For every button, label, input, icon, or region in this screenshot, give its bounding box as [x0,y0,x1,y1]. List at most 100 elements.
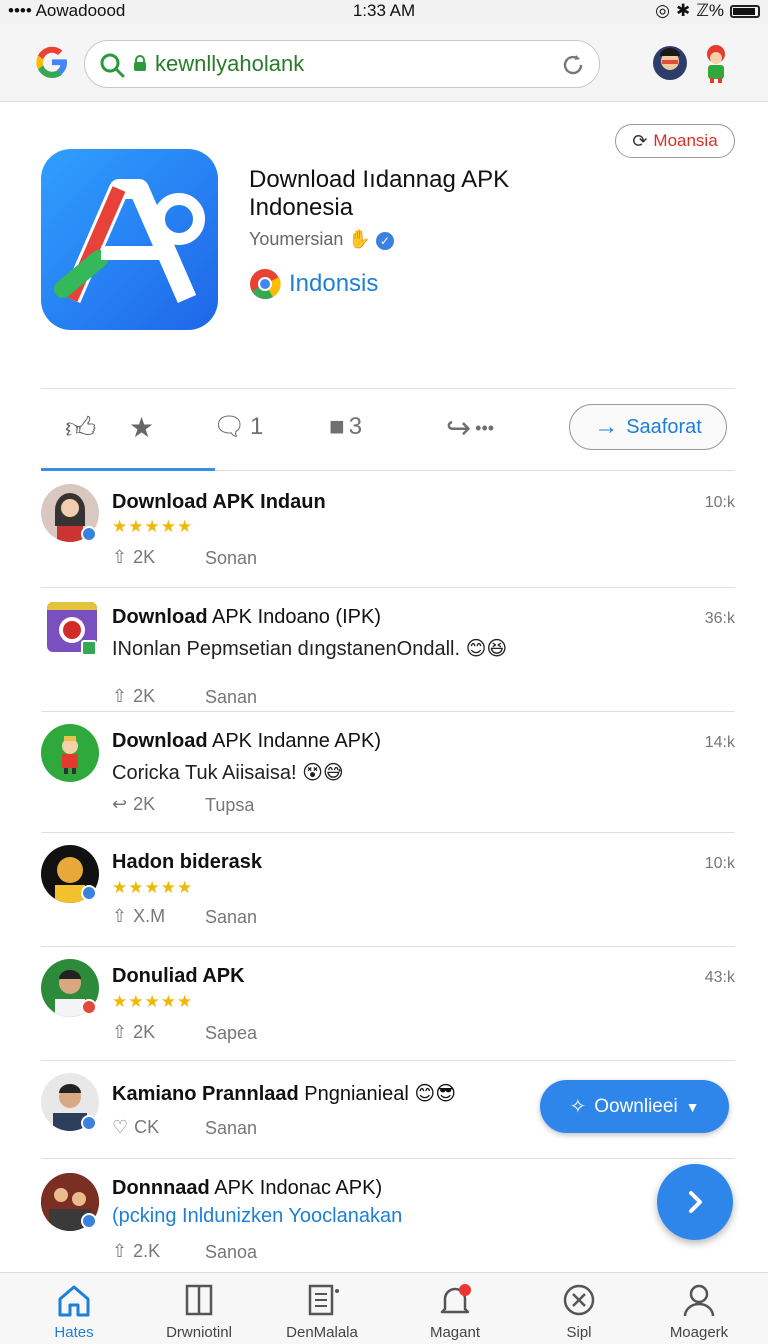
profile-avatar-icon[interactable] [651,42,689,84]
emoji-icon: 😵😅 [296,762,344,784]
list-item[interactable]: Download APK Indoano (IPK) INonlan Pepms… [41,588,735,712]
share-button[interactable]: ↪ ••• [446,411,494,446]
reply-icon: ↩ [112,794,128,814]
chevron-right-icon [689,1191,702,1213]
search-icon [100,53,125,78]
verified-icon: ✓ [375,232,394,250]
app-icon [41,149,218,330]
reload-icon[interactable] [559,51,587,79]
favorite-button[interactable]: ★ [129,411,154,444]
clock: 1:33 AM [352,1,416,20]
item-meta: Sanan [205,1118,258,1138]
item-title: Hadon biderask [112,851,263,873]
list-item[interactable]: Download APK Indanne APK) Coricka Tuk Ai… [41,712,735,833]
bell-icon [440,1284,471,1314]
list-item[interactable]: Donnnaad APK Indonac APK) (pcking Inldun… [41,1159,735,1271]
chat-bubble-icon: 🗨︎ [213,411,247,441]
nav-item-downloads[interactable]: Drwniotinl [135,1283,263,1341]
repost-count[interactable]: ⇧ 2K [112,547,155,568]
nav-item-home[interactable]: Hates [10,1283,138,1341]
mascot-avatar-icon[interactable] [697,42,735,84]
item-title: Kamiano Prannlaad Pngnianieal 😊😎 [112,1083,457,1105]
app-title: Download Iıdannag APK Indonesia [249,166,510,221]
next-fab-button[interactable] [657,1164,733,1240]
item-time: 10:k [704,494,735,511]
like-button[interactable]: 👍︎ [65,411,96,447]
region-chip[interactable]: ⟳ Moansia [615,124,735,158]
phone-rotate-icon: ⟳ [632,130,648,151]
download-button[interactable]: ✧ Oownlieei ▼ [540,1080,729,1133]
book-icon [185,1284,213,1316]
alarm-icon: ◎ [655,1,670,20]
item-title: Download APK Indaun [112,491,326,513]
active-tab-indicator [41,468,215,471]
nav-item-notifications[interactable]: Magant [391,1283,519,1341]
list-item[interactable]: Download APK Indaun ★★★★★ ⇧ 2K Sonan 10:k [41,472,735,588]
primary-action-label: Saaforat [626,415,702,438]
repost-icon: ⇧ [112,1241,128,1261]
star-icon: ★ [129,412,155,443]
repost-icon: ⇧ [112,547,128,567]
share-arrow-icon: ↪ [446,412,472,445]
person-icon [683,1284,715,1317]
nav-item-documents[interactable]: DenMalala [258,1283,386,1341]
repost-count[interactable]: ⇧ 2K [112,686,155,707]
status-bar: •••• Aowadoood 1:33 AM ◎ ✱ ℤ% [0,0,768,24]
verified-badge-icon [81,1115,97,1131]
region-label: Indonsis [289,270,379,297]
url-bar[interactable]: kewnllyaholank [84,40,600,88]
bottom-navigation: Hates Drwniotinl DenMalala Magant Sipl M… [0,1272,768,1344]
author-name: Youmersian [249,229,344,249]
arrow-right-icon: → [594,413,619,440]
thumbs-up-icon: 👍︎ [65,412,97,445]
repost-icon: ⇧ [112,1022,128,1042]
list-item[interactable]: Donuliad APK ★★★★★ ⇧ 2K Sapea 43:k [41,947,735,1061]
item-time: 43:k [704,969,735,986]
verified-badge-icon [81,1213,97,1229]
list-item[interactable]: Hadon biderask ★★★★★ ⇧ X.M Sanan 10:k [41,833,735,947]
item-subtitle: INonlan Pepmsetian dıngstanenOndall. 😊😆 [112,638,508,660]
item-meta: Sapea [205,1023,258,1043]
battery-percent: ℤ% [696,1,724,20]
repost-icon: ⇧ [112,686,128,706]
item-meta: Tupsa [205,795,255,815]
item-title: Download APK Indanne APK) [112,730,382,752]
item-subtitle: Coricka Tuk Aiisaisa! 😵😅 [112,762,344,784]
like-count[interactable]: ♡ CK [112,1117,159,1138]
item-time: 10:k [704,855,735,872]
primary-action-button[interactable]: → Saaforat [569,404,727,450]
app-header: Download Iıdannag APK Indonesia Youmersi… [0,102,768,388]
close-circle-icon [563,1284,595,1316]
heart-icon: ♡ [112,1117,129,1137]
nav-item-close[interactable]: Sipl [515,1283,643,1341]
nav-item-profile[interactable]: Moagerk [635,1283,763,1341]
avatar [41,724,99,782]
item-title: Download APK Indoano (IPK) [112,606,381,628]
repost-count[interactable]: ↩ 2K [112,794,155,815]
app-region[interactable]: Indonsis [249,268,378,300]
item-title: Donnnaad APK Indonac APK) [112,1177,383,1199]
repost-count[interactable]: ⇧ X.M [112,906,165,927]
repost-icon: ⇧ [112,906,128,926]
app-author[interactable]: Youmersian ✋ ✓ [249,229,394,250]
google-logo-icon[interactable] [34,44,70,89]
repost-count[interactable]: ⇧ 2K [112,1022,155,1043]
emoji-icon: 😊😆 [460,638,508,660]
rating-stars: ★★★★★ [112,517,194,536]
status-icons: ◎ ✱ ℤ% [655,1,760,21]
hand-emoji-icon: ✋ [348,229,371,249]
lock-icon [134,55,146,71]
item-time: 36:k [704,610,735,627]
comments-button[interactable]: 🗨︎ 1 [213,411,263,442]
rating-stars: ★★★★★ [112,992,194,1011]
battery-icon [730,4,760,18]
home-icon [58,1285,90,1317]
verified-badge-icon [81,526,97,542]
comment-count: 1 [250,412,264,440]
repost-count[interactable]: ⇧ 2.K [112,1241,160,1262]
messages-button[interactable]: ■ 3 [329,411,362,442]
share-more: ••• [475,418,495,438]
item-subtitle: (pcking Inldunizken Yooclanakan [112,1205,403,1227]
item-title: Donuliad APK [112,965,245,987]
chevron-down-icon: ▼ [685,1098,700,1115]
